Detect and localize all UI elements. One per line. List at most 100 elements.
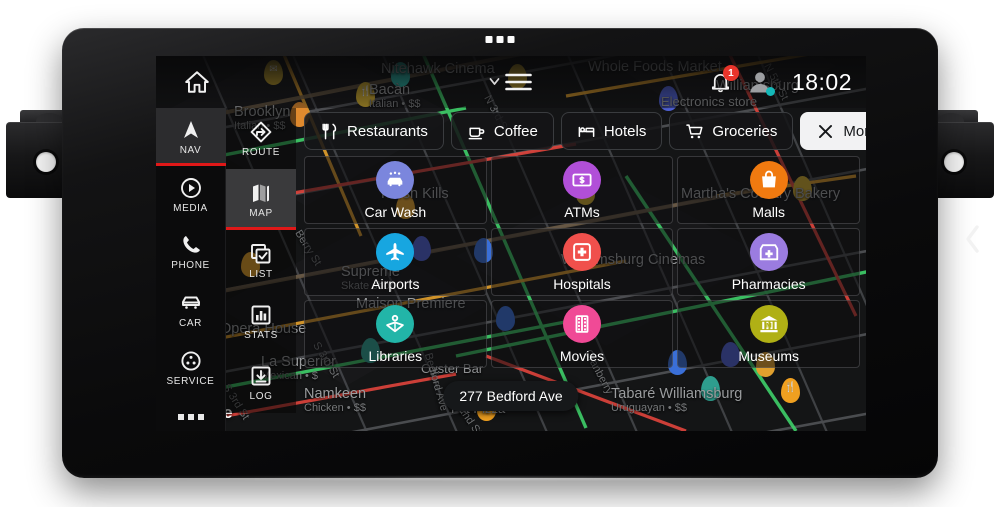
hamburger-menu-icon <box>505 73 532 91</box>
category-icon-circle <box>749 232 788 271</box>
category-label: Airports <box>371 275 420 292</box>
museum-icon: M <box>760 315 778 332</box>
secondary-nav-rail: ROUTE MAP LIST STATS LOG <box>226 108 296 431</box>
rail-item-service[interactable]: SERVICE <box>156 339 226 397</box>
rail-item-car[interactable]: CAR <box>156 281 226 339</box>
shopping-cart-icon <box>686 123 703 138</box>
rail2-item-stats[interactable]: STATS <box>226 291 296 352</box>
category-label: Museums <box>738 347 799 364</box>
category-label: Libraries <box>368 347 423 364</box>
profile-button[interactable] <box>746 68 775 96</box>
online-status-dot <box>765 87 775 96</box>
rail-item-media[interactable]: MEDIA <box>156 166 226 224</box>
home-button[interactable] <box>184 69 210 95</box>
filter-pill-more[interactable]: More <box>800 112 866 150</box>
pharmacy-icon <box>759 243 778 260</box>
status-bar: 1 18:02 <box>156 56 866 108</box>
category-icon-circle: M <box>749 304 788 343</box>
filter-pill-coffee[interactable]: Coffee <box>450 112 554 150</box>
dot <box>197 413 204 420</box>
map-poi-sub: Uruguayan • $$ <box>611 402 688 414</box>
filter-pill-label: Groceries <box>712 122 778 140</box>
filter-pill-hotels[interactable]: Hotels <box>560 112 663 150</box>
speaker-vent <box>485 36 515 43</box>
category-icon-circle <box>562 304 601 343</box>
category-tile-movies[interactable]: Movies <box>490 300 674 368</box>
rail-item-label: NAV <box>179 144 202 156</box>
rail-item-nav[interactable]: NAV <box>156 108 226 166</box>
status-tray: 1 18:02 <box>709 65 852 96</box>
shopping-bag-icon <box>761 170 776 187</box>
screenshot-root: ✉ 🍴 🍴 <box>0 0 1000 507</box>
rail-item-label: SERVICE <box>166 375 215 387</box>
rail2-item-label: STATS <box>244 329 278 341</box>
bracket-screw-hole <box>944 152 965 172</box>
hospital-cross-icon <box>573 242 591 261</box>
rail-item-label: CAR <box>179 318 202 330</box>
service-wheel-icon <box>180 351 201 371</box>
rail2-item-label: LIST <box>249 268 273 280</box>
map-poi-name: Namkeen <box>304 386 367 402</box>
rail-item-phone[interactable]: PHONE <box>156 223 226 281</box>
close-x-icon <box>819 124 833 138</box>
rail2-item-map[interactable]: MAP <box>226 169 296 230</box>
rail2-item-label: MAP <box>249 207 273 219</box>
category-filter-bar: Restaurants Coffee Hotels Groceries More <box>304 112 866 150</box>
filter-pill-label: More <box>843 122 866 140</box>
open-book-icon <box>386 314 405 332</box>
filter-pill-restaurants[interactable]: Restaurants <box>304 112 444 150</box>
category-tile-pharmacies[interactable]: Pharmacies <box>677 228 860 296</box>
category-label: Movies <box>559 347 605 364</box>
car-wash-icon <box>387 171 403 186</box>
rail-item-label: MEDIA <box>173 202 208 214</box>
car-icon <box>181 296 200 309</box>
category-tile-malls[interactable]: Malls <box>677 156 860 224</box>
category-grid: Car Wash ATMs Malls Airports Hospitals Pharma… <box>304 156 860 368</box>
map-folded-icon <box>253 184 269 202</box>
category-tile-libraries[interactable]: Libraries <box>304 300 487 368</box>
category-label: ATMs <box>564 203 600 220</box>
chevron-down-icon <box>489 78 500 85</box>
checklist-icon <box>251 243 271 263</box>
rail-more-button[interactable] <box>156 403 226 431</box>
bar-chart-icon <box>251 305 271 324</box>
rail2-item-log[interactable]: LOG <box>226 352 296 413</box>
film-strip-icon <box>575 314 589 333</box>
map-poi-label: Namkeen Chicken • $$ <box>304 386 366 414</box>
banknote-icon <box>572 173 592 186</box>
category-icon-circle <box>749 160 788 199</box>
category-label: Hospitals <box>553 275 611 292</box>
map-poi-sub: Chicken • $$ <box>304 402 366 414</box>
map-poi-name: Tabaré Williamsburg <box>611 386 743 402</box>
category-icon-circle <box>562 232 601 271</box>
notification-badge: 1 <box>722 65 739 81</box>
infotainment-screen[interactable]: ✉ 🍴 🍴 <box>156 56 866 431</box>
category-label: Malls <box>752 203 785 220</box>
primary-nav-rail: NAV MEDIA PHONE CAR SERVICE <box>156 108 226 431</box>
rail2-item-route[interactable]: ROUTE <box>226 108 296 169</box>
filter-pill-groceries[interactable]: Groceries <box>669 112 794 150</box>
current-address-chip[interactable]: 277 Bedford Ave <box>443 381 579 411</box>
map-pin[interactable]: 🍴 <box>781 378 800 403</box>
rail2-item-label: ROUTE <box>242 146 280 158</box>
home-icon <box>185 71 209 93</box>
category-tile-atms[interactable]: ATMs <box>490 156 674 224</box>
category-icon-circle <box>562 160 601 199</box>
rail2-item-list[interactable]: LIST <box>226 230 296 291</box>
navigation-arrow-icon <box>183 120 198 138</box>
notifications-button[interactable]: 1 <box>709 65 739 94</box>
filter-pill-label: Restaurants <box>347 122 428 140</box>
coffee-cup-icon <box>468 127 485 139</box>
rail2-item-label: LOG <box>249 390 273 402</box>
svg-text:M: M <box>766 322 772 329</box>
dot <box>187 413 194 420</box>
category-label: Car Wash <box>364 203 427 220</box>
category-tile-museums[interactable]: M Museums <box>677 300 860 368</box>
menu-button[interactable] <box>489 70 534 94</box>
panel-collapse-button[interactable] <box>962 222 984 256</box>
filter-pill-label: Hotels <box>603 122 647 140</box>
bracket-screw-hole <box>35 152 56 172</box>
category-tile-hospitals[interactable]: Hospitals <box>490 228 674 296</box>
category-tile-airports[interactable]: Airports <box>304 228 487 296</box>
category-tile-car-wash[interactable]: Car Wash <box>304 156 487 224</box>
